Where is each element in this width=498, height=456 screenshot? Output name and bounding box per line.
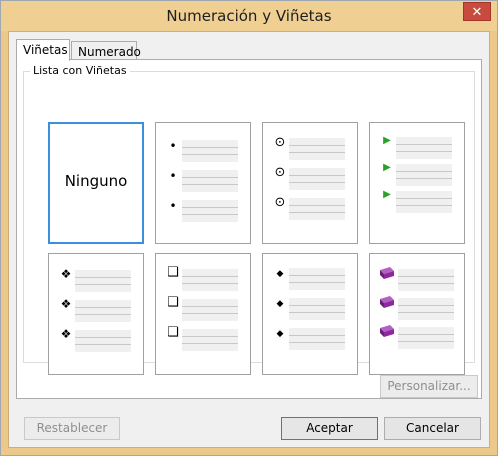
diamond-cluster-bullet-icon: ❖ bbox=[60, 297, 72, 311]
line-preview bbox=[182, 329, 238, 351]
dot-bullet-icon: • bbox=[169, 199, 177, 213]
close-icon: ✕ bbox=[471, 5, 483, 20]
personalizar-button[interactable]: Personalizar... bbox=[380, 375, 478, 398]
none-label: Ninguno bbox=[64, 172, 128, 190]
line-preview bbox=[75, 330, 131, 352]
line-preview bbox=[289, 298, 345, 320]
line-preview bbox=[182, 170, 238, 192]
aceptar-button[interactable]: Aceptar bbox=[281, 417, 378, 440]
bullet-option-book[interactable] bbox=[369, 253, 465, 375]
line-preview bbox=[396, 191, 452, 213]
line-preview bbox=[398, 298, 454, 320]
bullet-option-small-diamond[interactable]: ◆ ◆ ◆ bbox=[262, 253, 358, 375]
line-preview bbox=[75, 300, 131, 322]
line-preview bbox=[396, 137, 452, 159]
cancelar-label: Cancelar bbox=[406, 421, 459, 435]
dialog-title: Numeración y Viñetas bbox=[166, 7, 332, 25]
bullet-option-square[interactable]: ❑ ❑ ❑ bbox=[155, 253, 251, 375]
line-preview bbox=[75, 270, 131, 292]
square-bullet-icon: ❑ bbox=[167, 265, 179, 280]
diamond-cluster-bullet-icon: ❖ bbox=[60, 267, 72, 281]
title-bar: Numeración y Viñetas ✕ bbox=[1, 1, 497, 31]
diamond-cluster-bullet-icon: ❖ bbox=[60, 327, 72, 341]
cancelar-button[interactable]: Cancelar bbox=[384, 417, 481, 440]
line-preview bbox=[182, 269, 238, 291]
green-arrow-bullet-icon: ▶ bbox=[383, 189, 391, 200]
line-preview bbox=[398, 327, 454, 349]
book-icon bbox=[380, 296, 394, 308]
square-bullet-icon: ❑ bbox=[167, 325, 179, 340]
dot-bullet-icon: • bbox=[169, 139, 177, 153]
green-arrow-bullet-icon: ▶ bbox=[383, 162, 391, 173]
dot-bullet-icon: • bbox=[169, 169, 177, 183]
line-preview bbox=[289, 268, 345, 290]
personalizar-label: Personalizar... bbox=[387, 379, 471, 393]
dialog-window: Numeración y Viñetas ✕ Viñetas Numerado … bbox=[0, 0, 498, 456]
bullet-option-dot[interactable]: • • • bbox=[155, 122, 251, 244]
restablecer-button[interactable]: Restablecer bbox=[24, 417, 120, 440]
line-preview bbox=[289, 168, 345, 190]
diamond-bullet-icon: ◆ bbox=[276, 269, 284, 279]
circle-dot-bullet-icon: ⊙ bbox=[274, 135, 286, 150]
square-bullet-icon: ❑ bbox=[167, 295, 179, 310]
line-preview bbox=[182, 299, 238, 321]
bullet-option-circle[interactable]: ⊙ ⊙ ⊙ bbox=[262, 122, 358, 244]
group-label: Lista con Viñetas bbox=[30, 64, 130, 77]
line-preview bbox=[289, 198, 345, 220]
circle-dot-bullet-icon: ⊙ bbox=[274, 195, 286, 210]
bullet-option-diamond-cluster[interactable]: ❖ ❖ ❖ bbox=[48, 253, 144, 375]
line-preview bbox=[182, 200, 238, 222]
green-arrow-bullet-icon: ▶ bbox=[383, 135, 391, 146]
bullet-option-arrow[interactable]: ▶ ▶ ▶ bbox=[369, 122, 465, 244]
aceptar-label: Aceptar bbox=[306, 421, 353, 435]
book-icon bbox=[380, 267, 394, 279]
line-preview bbox=[289, 328, 345, 350]
diamond-bullet-icon: ◆ bbox=[276, 299, 284, 309]
line-preview bbox=[289, 138, 345, 160]
circle-dot-bullet-icon: ⊙ bbox=[274, 165, 286, 180]
bullet-option-none[interactable]: Ninguno bbox=[48, 122, 144, 244]
line-preview bbox=[396, 164, 452, 186]
tab-vinetas[interactable]: Viñetas bbox=[16, 39, 70, 61]
tab-panel-vinetas: Lista con Viñetas Ninguno • • • ⊙ ⊙ ⊙ ▶ … bbox=[16, 59, 482, 399]
restablecer-label: Restablecer bbox=[36, 421, 108, 435]
close-button[interactable]: ✕ bbox=[463, 2, 491, 21]
tab-numerado[interactable]: Numerado bbox=[71, 41, 141, 61]
line-preview bbox=[398, 269, 454, 291]
line-preview bbox=[182, 140, 238, 162]
diamond-bullet-icon: ◆ bbox=[276, 329, 284, 339]
dialog-client-area: Viñetas Numerado Lista con Viñetas Ningu… bbox=[8, 31, 490, 448]
book-icon bbox=[380, 325, 394, 337]
